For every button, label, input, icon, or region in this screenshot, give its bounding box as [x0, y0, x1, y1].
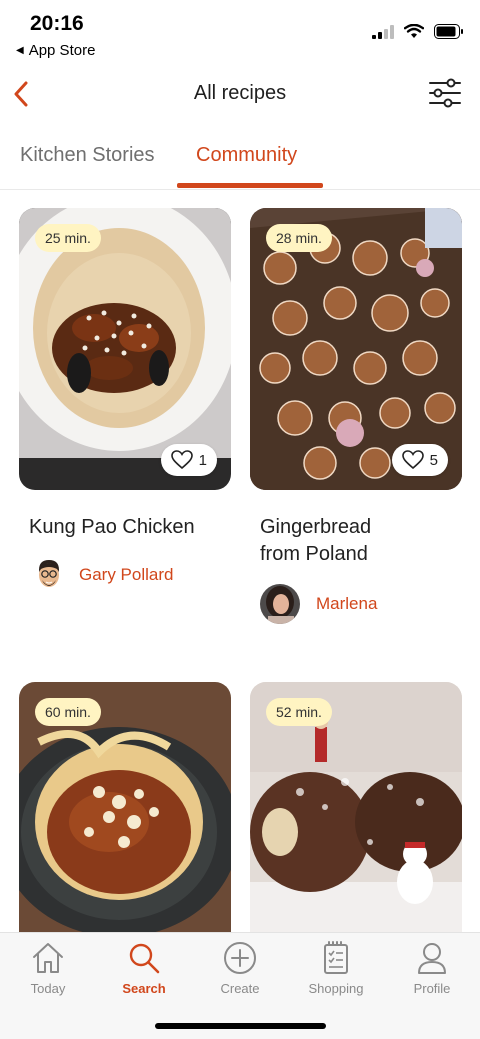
tab-kitchen-stories[interactable]: Kitchen Stories [20, 144, 155, 167]
recipe-card[interactable]: 25 min. 1 Kung Pao Chicken Gary Pollard [19, 208, 231, 593]
memoji-avatar-icon [39, 560, 59, 587]
nav-create[interactable]: Create [194, 941, 286, 996]
back-to-app-link[interactable]: ◀ App Store [16, 42, 95, 59]
author-name[interactable]: Gary Pollard [79, 565, 173, 585]
battery-icon [434, 24, 463, 39]
recipe-card[interactable]: 52 min. 4 [250, 682, 462, 964]
nav-search[interactable]: Search [98, 941, 190, 996]
nav-shopping[interactable]: Shopping [290, 941, 382, 996]
recipe-author[interactable]: Marlena [260, 584, 462, 624]
recipe-author[interactable]: Gary Pollard [35, 557, 231, 593]
time-badge: 60 min. [35, 698, 101, 726]
signal-icon [372, 24, 394, 39]
like-count: 1 [198, 451, 207, 469]
like-button[interactable]: 1 [160, 444, 217, 476]
recipe-tabs: Kitchen Stories Community [0, 130, 480, 190]
time-badge: 52 min. [266, 698, 332, 726]
page-title: All recipes [193, 82, 287, 104]
plus-circle-icon [224, 942, 256, 974]
time-badge: 28 min. [266, 224, 332, 252]
nav-label: Shopping [308, 981, 364, 996]
author-name[interactable]: Marlena [316, 594, 377, 614]
status-bar: 20:16 ◀ App Store [0, 0, 480, 66]
home-icon [33, 943, 63, 973]
recipe-card[interactable]: 60 min. 4 [19, 682, 231, 964]
like-button[interactable]: 5 [391, 444, 448, 476]
status-icons [372, 24, 464, 39]
wifi-icon [404, 24, 424, 38]
recipe-card[interactable]: 28 min. 5 Gingerbread from Poland Marlen… [250, 208, 462, 624]
filter-sliders-icon [429, 78, 461, 108]
active-tab-indicator [177, 183, 323, 188]
nav-label: Profile [413, 981, 451, 996]
header: All recipes [0, 66, 480, 122]
tab-community[interactable]: Community [196, 144, 297, 167]
heart-icon [401, 450, 424, 470]
nav-label: Search [122, 981, 166, 996]
avatar [35, 557, 63, 593]
back-app-label: App Store [28, 42, 96, 59]
nav-label: Today [30, 981, 66, 996]
shopping-list-icon [324, 941, 348, 974]
profile-icon [418, 943, 446, 974]
status-time: 20:16 [30, 12, 84, 35]
nav-profile[interactable]: Profile [386, 941, 478, 996]
heart-icon [170, 450, 193, 470]
nav-label: Create [220, 981, 260, 996]
time-badge: 25 min. [35, 224, 101, 252]
recipe-image[interactable]: 52 min. 4 [250, 682, 462, 964]
filter-button[interactable] [428, 78, 462, 110]
avatar [260, 584, 300, 624]
nav-today[interactable]: Today [2, 941, 94, 996]
recipe-image[interactable]: 28 min. 5 [250, 208, 462, 490]
search-icon [129, 943, 160, 974]
user-photo-avatar [260, 584, 300, 624]
home-indicator [155, 1023, 326, 1029]
recipe-image[interactable]: 60 min. 4 [19, 682, 231, 964]
recipe-image[interactable]: 25 min. 1 [19, 208, 231, 490]
recipe-title[interactable]: Gingerbread from Poland [260, 514, 410, 568]
recipe-title[interactable]: Kung Pao Chicken [29, 514, 229, 541]
like-count: 5 [429, 451, 438, 469]
back-triangle-icon: ◀ [16, 45, 24, 56]
